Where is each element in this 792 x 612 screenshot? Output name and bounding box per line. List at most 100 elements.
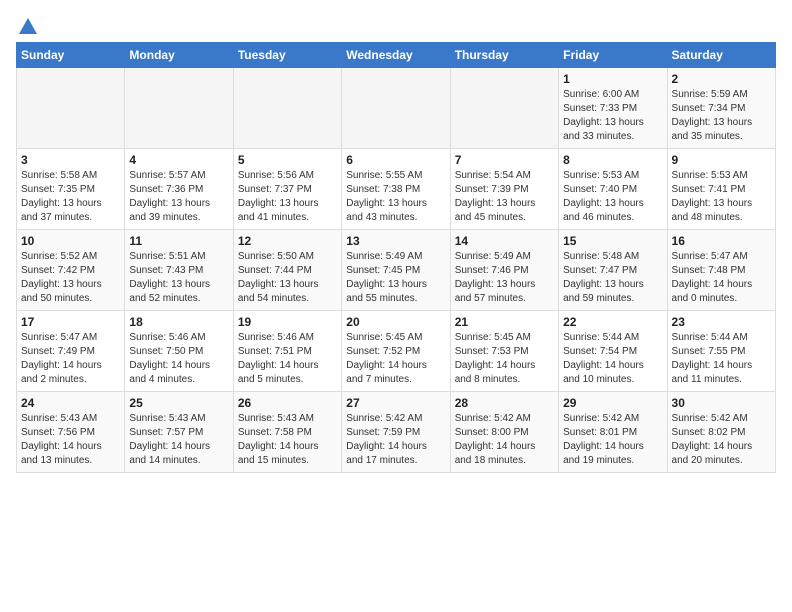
day-number: 11 <box>129 234 228 248</box>
day-cell: 23 Sunrise: 5:44 AM Sunset: 7:55 PM Dayli… <box>667 311 775 392</box>
day-info: Sunrise: 5:46 AM Sunset: 7:50 PM Dayligh… <box>129 331 228 387</box>
day-cell: 25 Sunrise: 5:43 AM Sunset: 7:57 PM Dayli… <box>125 392 233 473</box>
day-info: Sunrise: 5:49 AM Sunset: 7:45 PM Dayligh… <box>346 250 445 306</box>
header-sunday: Sunday <box>17 43 125 68</box>
day-number: 15 <box>563 234 662 248</box>
day-number: 30 <box>672 396 771 410</box>
day-cell: 22Sunrise: 5:44 AM Sunset: 7:54 PM Dayli… <box>559 311 667 392</box>
calendar: SundayMondayTuesdayWednesdayThursdayFrid… <box>16 42 776 473</box>
day-cell: 16 Sunrise: 5:47 AM Sunset: 7:48 PM Dayli… <box>667 230 775 311</box>
day-cell: 9 Sunrise: 5:53 AM Sunset: 7:41 PM Daylig… <box>667 149 775 230</box>
week-row-2: 3 Sunrise: 5:58 AM Sunset: 7:35 PM Daylig… <box>17 149 776 230</box>
day-number: 29 <box>563 396 662 410</box>
day-cell: 6 Sunrise: 5:55 AM Sunset: 7:38 PM Daylig… <box>342 149 450 230</box>
day-number: 23 <box>672 315 771 329</box>
day-info: Sunrise: 5:44 AM Sunset: 7:54 PM Dayligh… <box>563 331 662 387</box>
day-number: 6 <box>346 153 445 167</box>
day-info: Sunrise: 5:55 AM Sunset: 7:38 PM Dayligh… <box>346 169 445 225</box>
day-info: Sunrise: 5:45 AM Sunset: 7:53 PM Dayligh… <box>455 331 554 387</box>
day-number: 1 <box>563 72 662 86</box>
day-cell: 13 Sunrise: 5:49 AM Sunset: 7:45 PM Dayli… <box>342 230 450 311</box>
day-info: Sunrise: 5:49 AM Sunset: 7:46 PM Dayligh… <box>455 250 554 306</box>
day-number: 28 <box>455 396 554 410</box>
logo <box>16 16 40 34</box>
day-info: Sunrise: 5:43 AM Sunset: 7:58 PM Dayligh… <box>238 412 337 468</box>
day-cell: 30 Sunrise: 5:42 AM Sunset: 8:02 PM Dayli… <box>667 392 775 473</box>
logo-icon <box>17 16 39 38</box>
day-cell: 2 Sunrise: 5:59 AM Sunset: 7:34 PM Daylig… <box>667 68 775 149</box>
day-cell: 29 Sunrise: 5:42 AM Sunset: 8:01 PM Dayli… <box>559 392 667 473</box>
day-info: Sunrise: 5:43 AM Sunset: 7:56 PM Dayligh… <box>21 412 120 468</box>
day-cell: 12Sunrise: 5:50 AM Sunset: 7:44 PM Dayli… <box>233 230 341 311</box>
day-cell: 19 Sunrise: 5:46 AM Sunset: 7:51 PM Dayli… <box>233 311 341 392</box>
day-cell: 11 Sunrise: 5:51 AM Sunset: 7:43 PM Dayli… <box>125 230 233 311</box>
day-cell <box>450 68 558 149</box>
day-cell <box>125 68 233 149</box>
calendar-header-row: SundayMondayTuesdayWednesdayThursdayFrid… <box>17 43 776 68</box>
day-number: 2 <box>672 72 771 86</box>
day-number: 17 <box>21 315 120 329</box>
day-info: Sunrise: 5:51 AM Sunset: 7:43 PM Dayligh… <box>129 250 228 306</box>
day-info: Sunrise: 5:46 AM Sunset: 7:51 PM Dayligh… <box>238 331 337 387</box>
day-number: 18 <box>129 315 228 329</box>
day-info: Sunrise: 5:57 AM Sunset: 7:36 PM Dayligh… <box>129 169 228 225</box>
day-info: Sunrise: 5:59 AM Sunset: 7:34 PM Dayligh… <box>672 88 771 144</box>
day-number: 16 <box>672 234 771 248</box>
day-info: Sunrise: 5:56 AM Sunset: 7:37 PM Dayligh… <box>238 169 337 225</box>
day-info: Sunrise: 5:48 AM Sunset: 7:47 PM Dayligh… <box>563 250 662 306</box>
day-cell: 17 Sunrise: 5:47 AM Sunset: 7:49 PM Dayli… <box>17 311 125 392</box>
day-number: 25 <box>129 396 228 410</box>
day-info: Sunrise: 5:53 AM Sunset: 7:41 PM Dayligh… <box>672 169 771 225</box>
day-number: 19 <box>238 315 337 329</box>
day-number: 9 <box>672 153 771 167</box>
day-cell: 5 Sunrise: 5:56 AM Sunset: 7:37 PM Daylig… <box>233 149 341 230</box>
day-number: 24 <box>21 396 120 410</box>
day-cell: 14Sunrise: 5:49 AM Sunset: 7:46 PM Dayli… <box>450 230 558 311</box>
day-info: Sunrise: 5:42 AM Sunset: 8:00 PM Dayligh… <box>455 412 554 468</box>
header-tuesday: Tuesday <box>233 43 341 68</box>
header-monday: Monday <box>125 43 233 68</box>
day-cell: 20 Sunrise: 5:45 AM Sunset: 7:52 PM Dayli… <box>342 311 450 392</box>
day-info: Sunrise: 5:54 AM Sunset: 7:39 PM Dayligh… <box>455 169 554 225</box>
header-saturday: Saturday <box>667 43 775 68</box>
day-cell: 10Sunrise: 5:52 AM Sunset: 7:42 PM Dayli… <box>17 230 125 311</box>
day-cell: 3 Sunrise: 5:58 AM Sunset: 7:35 PM Daylig… <box>17 149 125 230</box>
day-number: 7 <box>455 153 554 167</box>
day-cell: 15 Sunrise: 5:48 AM Sunset: 7:47 PM Dayli… <box>559 230 667 311</box>
day-number: 4 <box>129 153 228 167</box>
day-number: 26 <box>238 396 337 410</box>
day-cell <box>342 68 450 149</box>
week-row-1: 1 Sunrise: 6:00 AM Sunset: 7:33 PM Daylig… <box>17 68 776 149</box>
week-row-3: 10Sunrise: 5:52 AM Sunset: 7:42 PM Dayli… <box>17 230 776 311</box>
day-number: 20 <box>346 315 445 329</box>
day-cell <box>233 68 341 149</box>
day-info: Sunrise: 5:47 AM Sunset: 7:48 PM Dayligh… <box>672 250 771 306</box>
day-info: Sunrise: 5:42 AM Sunset: 8:01 PM Dayligh… <box>563 412 662 468</box>
day-info: Sunrise: 5:45 AM Sunset: 7:52 PM Dayligh… <box>346 331 445 387</box>
day-number: 5 <box>238 153 337 167</box>
day-info: Sunrise: 5:44 AM Sunset: 7:55 PM Dayligh… <box>672 331 771 387</box>
day-number: 8 <box>563 153 662 167</box>
day-number: 10 <box>21 234 120 248</box>
day-cell: 8Sunrise: 5:53 AM Sunset: 7:40 PM Daylig… <box>559 149 667 230</box>
day-cell: 24 Sunrise: 5:43 AM Sunset: 7:56 PM Dayli… <box>17 392 125 473</box>
day-number: 12 <box>238 234 337 248</box>
day-info: Sunrise: 5:43 AM Sunset: 7:57 PM Dayligh… <box>129 412 228 468</box>
header-thursday: Thursday <box>450 43 558 68</box>
day-info: Sunrise: 5:47 AM Sunset: 7:49 PM Dayligh… <box>21 331 120 387</box>
day-cell: 7 Sunrise: 5:54 AM Sunset: 7:39 PM Daylig… <box>450 149 558 230</box>
day-info: Sunrise: 6:00 AM Sunset: 7:33 PM Dayligh… <box>563 88 662 144</box>
day-number: 3 <box>21 153 120 167</box>
day-info: Sunrise: 5:42 AM Sunset: 7:59 PM Dayligh… <box>346 412 445 468</box>
day-cell: 1 Sunrise: 6:00 AM Sunset: 7:33 PM Daylig… <box>559 68 667 149</box>
week-row-4: 17 Sunrise: 5:47 AM Sunset: 7:49 PM Dayli… <box>17 311 776 392</box>
week-row-5: 24 Sunrise: 5:43 AM Sunset: 7:56 PM Dayli… <box>17 392 776 473</box>
day-cell: 26 Sunrise: 5:43 AM Sunset: 7:58 PM Dayli… <box>233 392 341 473</box>
day-cell <box>17 68 125 149</box>
day-number: 27 <box>346 396 445 410</box>
day-cell: 4 Sunrise: 5:57 AM Sunset: 7:36 PM Daylig… <box>125 149 233 230</box>
day-info: Sunrise: 5:58 AM Sunset: 7:35 PM Dayligh… <box>21 169 120 225</box>
day-number: 13 <box>346 234 445 248</box>
day-cell: 18 Sunrise: 5:46 AM Sunset: 7:50 PM Dayli… <box>125 311 233 392</box>
day-info: Sunrise: 5:42 AM Sunset: 8:02 PM Dayligh… <box>672 412 771 468</box>
